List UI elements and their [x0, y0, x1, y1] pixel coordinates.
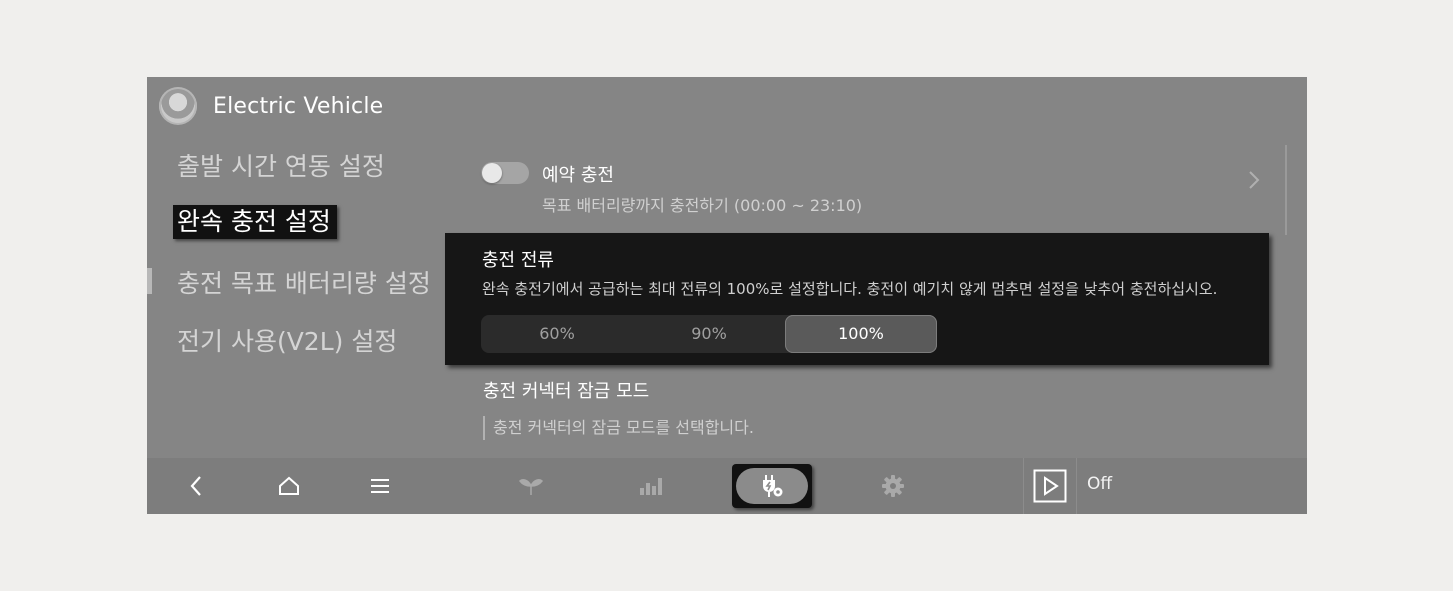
ev-settings-screen: Electric Vehicle 출발 시간 연동 설정 완속 충전 설정 충전…: [147, 77, 1307, 514]
menu-icon[interactable]: [365, 458, 395, 514]
energy-chart-icon[interactable]: [635, 458, 667, 514]
home-icon[interactable]: [274, 458, 304, 514]
app-title: Electric Vehicle: [213, 93, 384, 119]
media-play-icon: [1033, 469, 1067, 503]
reserved-charging-toggle[interactable]: [481, 162, 529, 184]
ev-charging-settings-icon: [736, 468, 808, 504]
menu-item-target-battery[interactable]: 충전 목표 배터리량 설정: [177, 264, 431, 300]
connector-lock-description: 충전 커넥터의 잠금 모드를 선택합니다.: [483, 416, 754, 440]
app-header: Electric Vehicle: [159, 86, 383, 126]
toggle-knob: [482, 163, 502, 183]
back-icon[interactable]: [181, 458, 211, 514]
charging-current-description: 완속 충전기에서 공급하는 최대 전류의 100%로 설정합니다. 충전이 예기…: [482, 280, 1218, 298]
active-item-marker: [147, 268, 152, 294]
reserved-charging-row[interactable]: 예약 충전 목표 배터리량까지 충전하기 (00:00 ~ 23:10): [481, 159, 1281, 219]
charging-current-panel: 충전 전류 완속 충전기에서 공급하는 최대 전류의 100%로 설정합니다. …: [445, 233, 1269, 365]
current-option-100[interactable]: 100%: [785, 315, 937, 353]
scrollbar[interactable]: [1285, 145, 1287, 235]
connector-lock-title[interactable]: 충전 커넥터 잠금 모드: [483, 377, 649, 403]
menu-item-departure-time-link[interactable]: 출발 시간 연동 설정: [177, 147, 385, 183]
charging-current-selector: 60% 90% 100%: [481, 315, 937, 353]
eco-leaf-icon[interactable]: [515, 458, 547, 514]
ev-charging-settings-button[interactable]: [732, 464, 812, 508]
chevron-right-icon[interactable]: [1247, 169, 1261, 196]
charging-current-title: 충전 전류: [482, 250, 554, 271]
menu-item-slow-charging[interactable]: 완속 충전 설정: [173, 205, 337, 239]
settings-gear-icon[interactable]: [877, 458, 909, 514]
current-option-90[interactable]: 90%: [633, 315, 785, 353]
media-status-label: Off: [1087, 474, 1113, 494]
reserved-charging-subtitle: 목표 배터리량까지 충전하기 (00:00 ~ 23:10): [542, 196, 863, 215]
media-play-button[interactable]: [1023, 458, 1077, 514]
reserved-charging-title: 예약 충전: [542, 165, 614, 186]
app-logo-icon[interactable]: [159, 87, 197, 125]
current-option-60[interactable]: 60%: [481, 315, 633, 353]
bottom-nav-bar: Off: [147, 458, 1307, 514]
menu-item-v2l[interactable]: 전기 사용(V2L) 설정: [177, 322, 397, 358]
